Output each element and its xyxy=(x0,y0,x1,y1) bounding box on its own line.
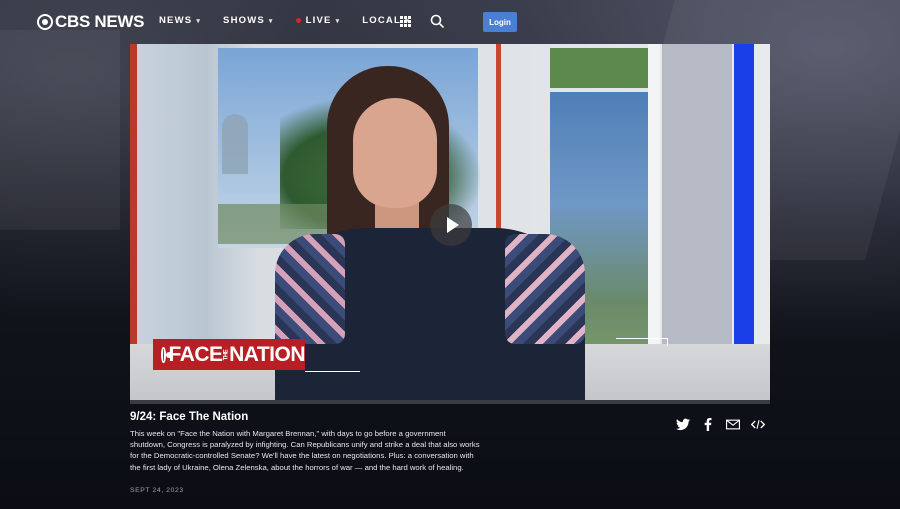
apps-grid-icon[interactable] xyxy=(400,16,411,27)
search-icon[interactable] xyxy=(430,14,444,28)
video-progress-bar[interactable] xyxy=(130,400,770,404)
chevron-down-icon: ▾ xyxy=(335,17,341,25)
site-header: CBS NEWS NEWS ▾ SHOWS ▾ LIVE ▾ LOCAL ▾ L… xyxy=(0,0,900,44)
embed-icon[interactable] xyxy=(751,418,765,431)
play-button[interactable] xyxy=(430,204,472,246)
share-bar xyxy=(676,418,776,431)
video-player[interactable]: FACE THE NATION xyxy=(130,44,770,401)
cbs-eye-icon xyxy=(161,346,172,363)
nav-live[interactable]: LIVE ▾ xyxy=(295,15,341,26)
twitter-icon[interactable] xyxy=(676,418,690,431)
chevron-down-icon: ▾ xyxy=(196,17,202,25)
nav-shows[interactable]: SHOWS ▾ xyxy=(223,15,274,26)
login-button[interactable]: Login xyxy=(483,12,517,32)
nav-news[interactable]: NEWS ▾ xyxy=(159,15,201,26)
chevron-down-icon: ▾ xyxy=(268,17,274,25)
cbs-news-logo[interactable]: CBS NEWS xyxy=(37,12,145,32)
face-the-nation-logo: FACE THE NATION xyxy=(153,339,305,370)
live-dot-icon xyxy=(295,18,301,23)
email-icon[interactable] xyxy=(726,418,740,431)
cbs-eye-icon xyxy=(37,14,53,30)
episode-title: 9/24: Face The Nation xyxy=(130,411,249,423)
video-frame-guest xyxy=(275,66,585,401)
episode-description: This week on "Face the Nation with Marga… xyxy=(130,429,480,472)
main-nav: NEWS ▾ SHOWS ▾ LIVE ▾ LOCAL ▾ xyxy=(159,15,432,26)
facebook-icon[interactable] xyxy=(701,418,715,431)
episode-date: SEPT 24, 2023 xyxy=(130,487,184,494)
